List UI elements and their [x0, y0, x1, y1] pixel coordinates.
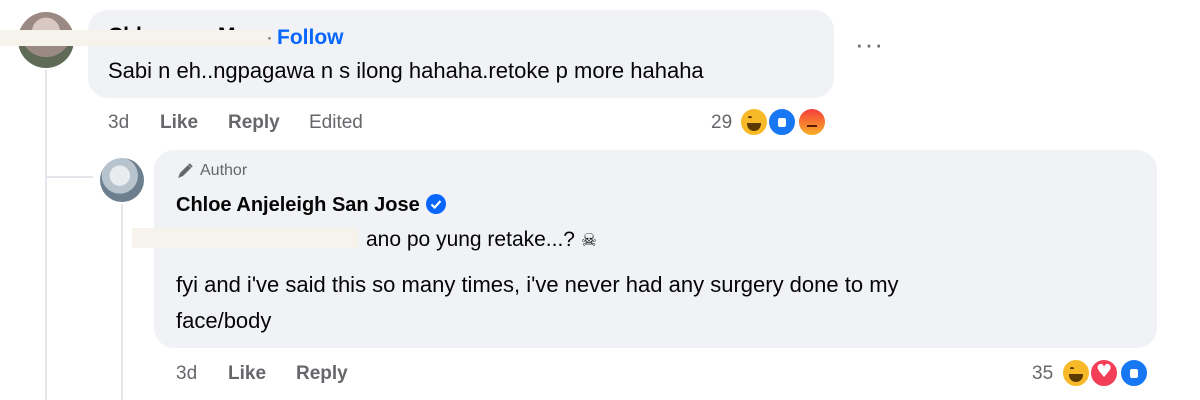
- love-reaction-icon[interactable]: [1089, 358, 1119, 388]
- reply-text-line-2: fyi and i've said this so many times, i'…: [176, 272, 899, 297]
- reply-bubble: [154, 150, 1157, 348]
- verified-badge-icon: [425, 194, 446, 214]
- comment-bubble: [88, 10, 834, 98]
- reply-thread-line: [121, 204, 123, 400]
- comment-text: Sabi n eh..ngpagawa n s ilong hahaha.ret…: [108, 58, 704, 83]
- like-reaction-icon[interactable]: [767, 107, 797, 137]
- author-badge: Author: [176, 162, 247, 180]
- author-avatar[interactable]: [100, 158, 144, 202]
- more-options-icon[interactable]: ···: [855, 31, 884, 57]
- edited-label: Edited: [309, 112, 363, 133]
- reaction-count[interactable]: 29: [711, 112, 732, 134]
- like-reaction-icon[interactable]: [1119, 358, 1149, 388]
- comment-time[interactable]: 3d: [108, 112, 129, 134]
- reply-reaction-count[interactable]: 35: [1032, 363, 1053, 385]
- skull-icon: ☠: [581, 230, 598, 251]
- reply-reply-button[interactable]: Reply: [296, 363, 348, 385]
- pencil-icon: [178, 163, 193, 178]
- author-badge-label: Author: [200, 162, 248, 180]
- reply-like-button[interactable]: Like: [228, 363, 266, 385]
- follow-button[interactable]: · Follow: [266, 26, 344, 50]
- reply-time[interactable]: 3d: [176, 363, 197, 385]
- thread-line: [45, 70, 47, 400]
- haha-reaction-icon[interactable]: [1061, 358, 1091, 388]
- mention-redaction: [132, 228, 358, 248]
- haha-reaction-icon[interactable]: [739, 107, 769, 137]
- redaction-bar: [0, 30, 272, 46]
- author-name[interactable]: Chloe Anjeleigh San Jose: [176, 194, 420, 216]
- author-name-row[interactable]: Chloe Anjeleigh San Jose: [176, 194, 446, 217]
- angry-reaction-icon[interactable]: [797, 107, 827, 137]
- like-button[interactable]: Like: [160, 112, 198, 134]
- reply-button[interactable]: Reply: [228, 112, 280, 134]
- thread-connector: [45, 176, 93, 178]
- reply-text-line-1: ano po yung retake...? ☠: [366, 228, 598, 251]
- reply-text-line-3: face/body: [176, 308, 272, 333]
